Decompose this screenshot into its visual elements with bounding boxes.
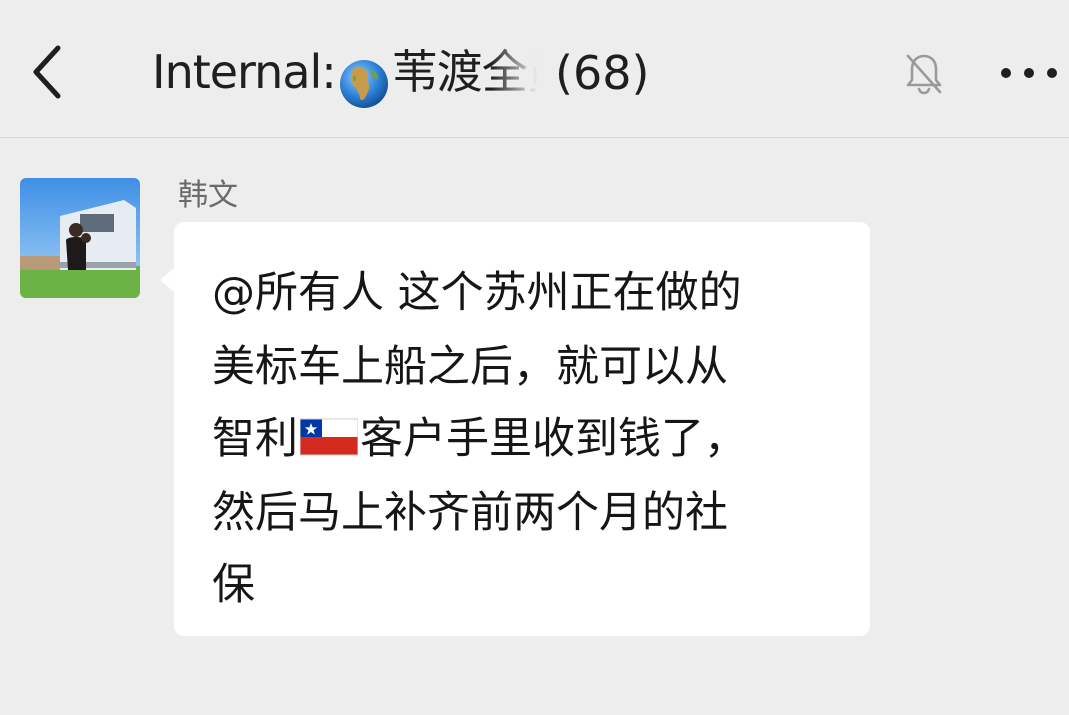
member-count: (68) <box>555 46 650 100</box>
more-button[interactable] <box>998 58 1060 88</box>
title-prefix: Internal: <box>152 45 337 100</box>
globe-icon <box>339 59 388 108</box>
group-name: Internal: 苇渡全员Windro <box>152 36 537 110</box>
chevron-left-icon <box>33 45 61 99</box>
avatar-photo <box>20 178 140 298</box>
more-horizontal-icon <box>1001 68 1057 78</box>
message-text-rest: 客户手里收到钱了， <box>360 414 747 464</box>
chat-header: Internal: 苇渡全员Windro (68) <box>0 0 1069 138</box>
chile-flag-icon <box>300 418 358 456</box>
bell-muted-icon <box>906 54 942 95</box>
message-line-3: 智利 客户手里收到钱了， <box>212 404 747 466</box>
sender-name: 韩文 <box>178 178 238 213</box>
message-line-2: 美标车上船之后，就可以从 <box>212 342 728 392</box>
message-text-chile: 智利 <box>212 414 298 464</box>
chat-title[interactable]: Internal: 苇渡全员Windro (68) <box>152 38 649 108</box>
message-line-5: 保 <box>212 560 255 610</box>
sender-avatar[interactable] <box>20 178 140 298</box>
message-line-4: 然后马上补齐前两个月的社 <box>212 488 728 538</box>
title-name: 苇渡全员Windro <box>391 45 537 100</box>
message-line-1: @所有人 这个苏州正在做的 <box>212 268 742 318</box>
back-button[interactable] <box>24 40 74 104</box>
